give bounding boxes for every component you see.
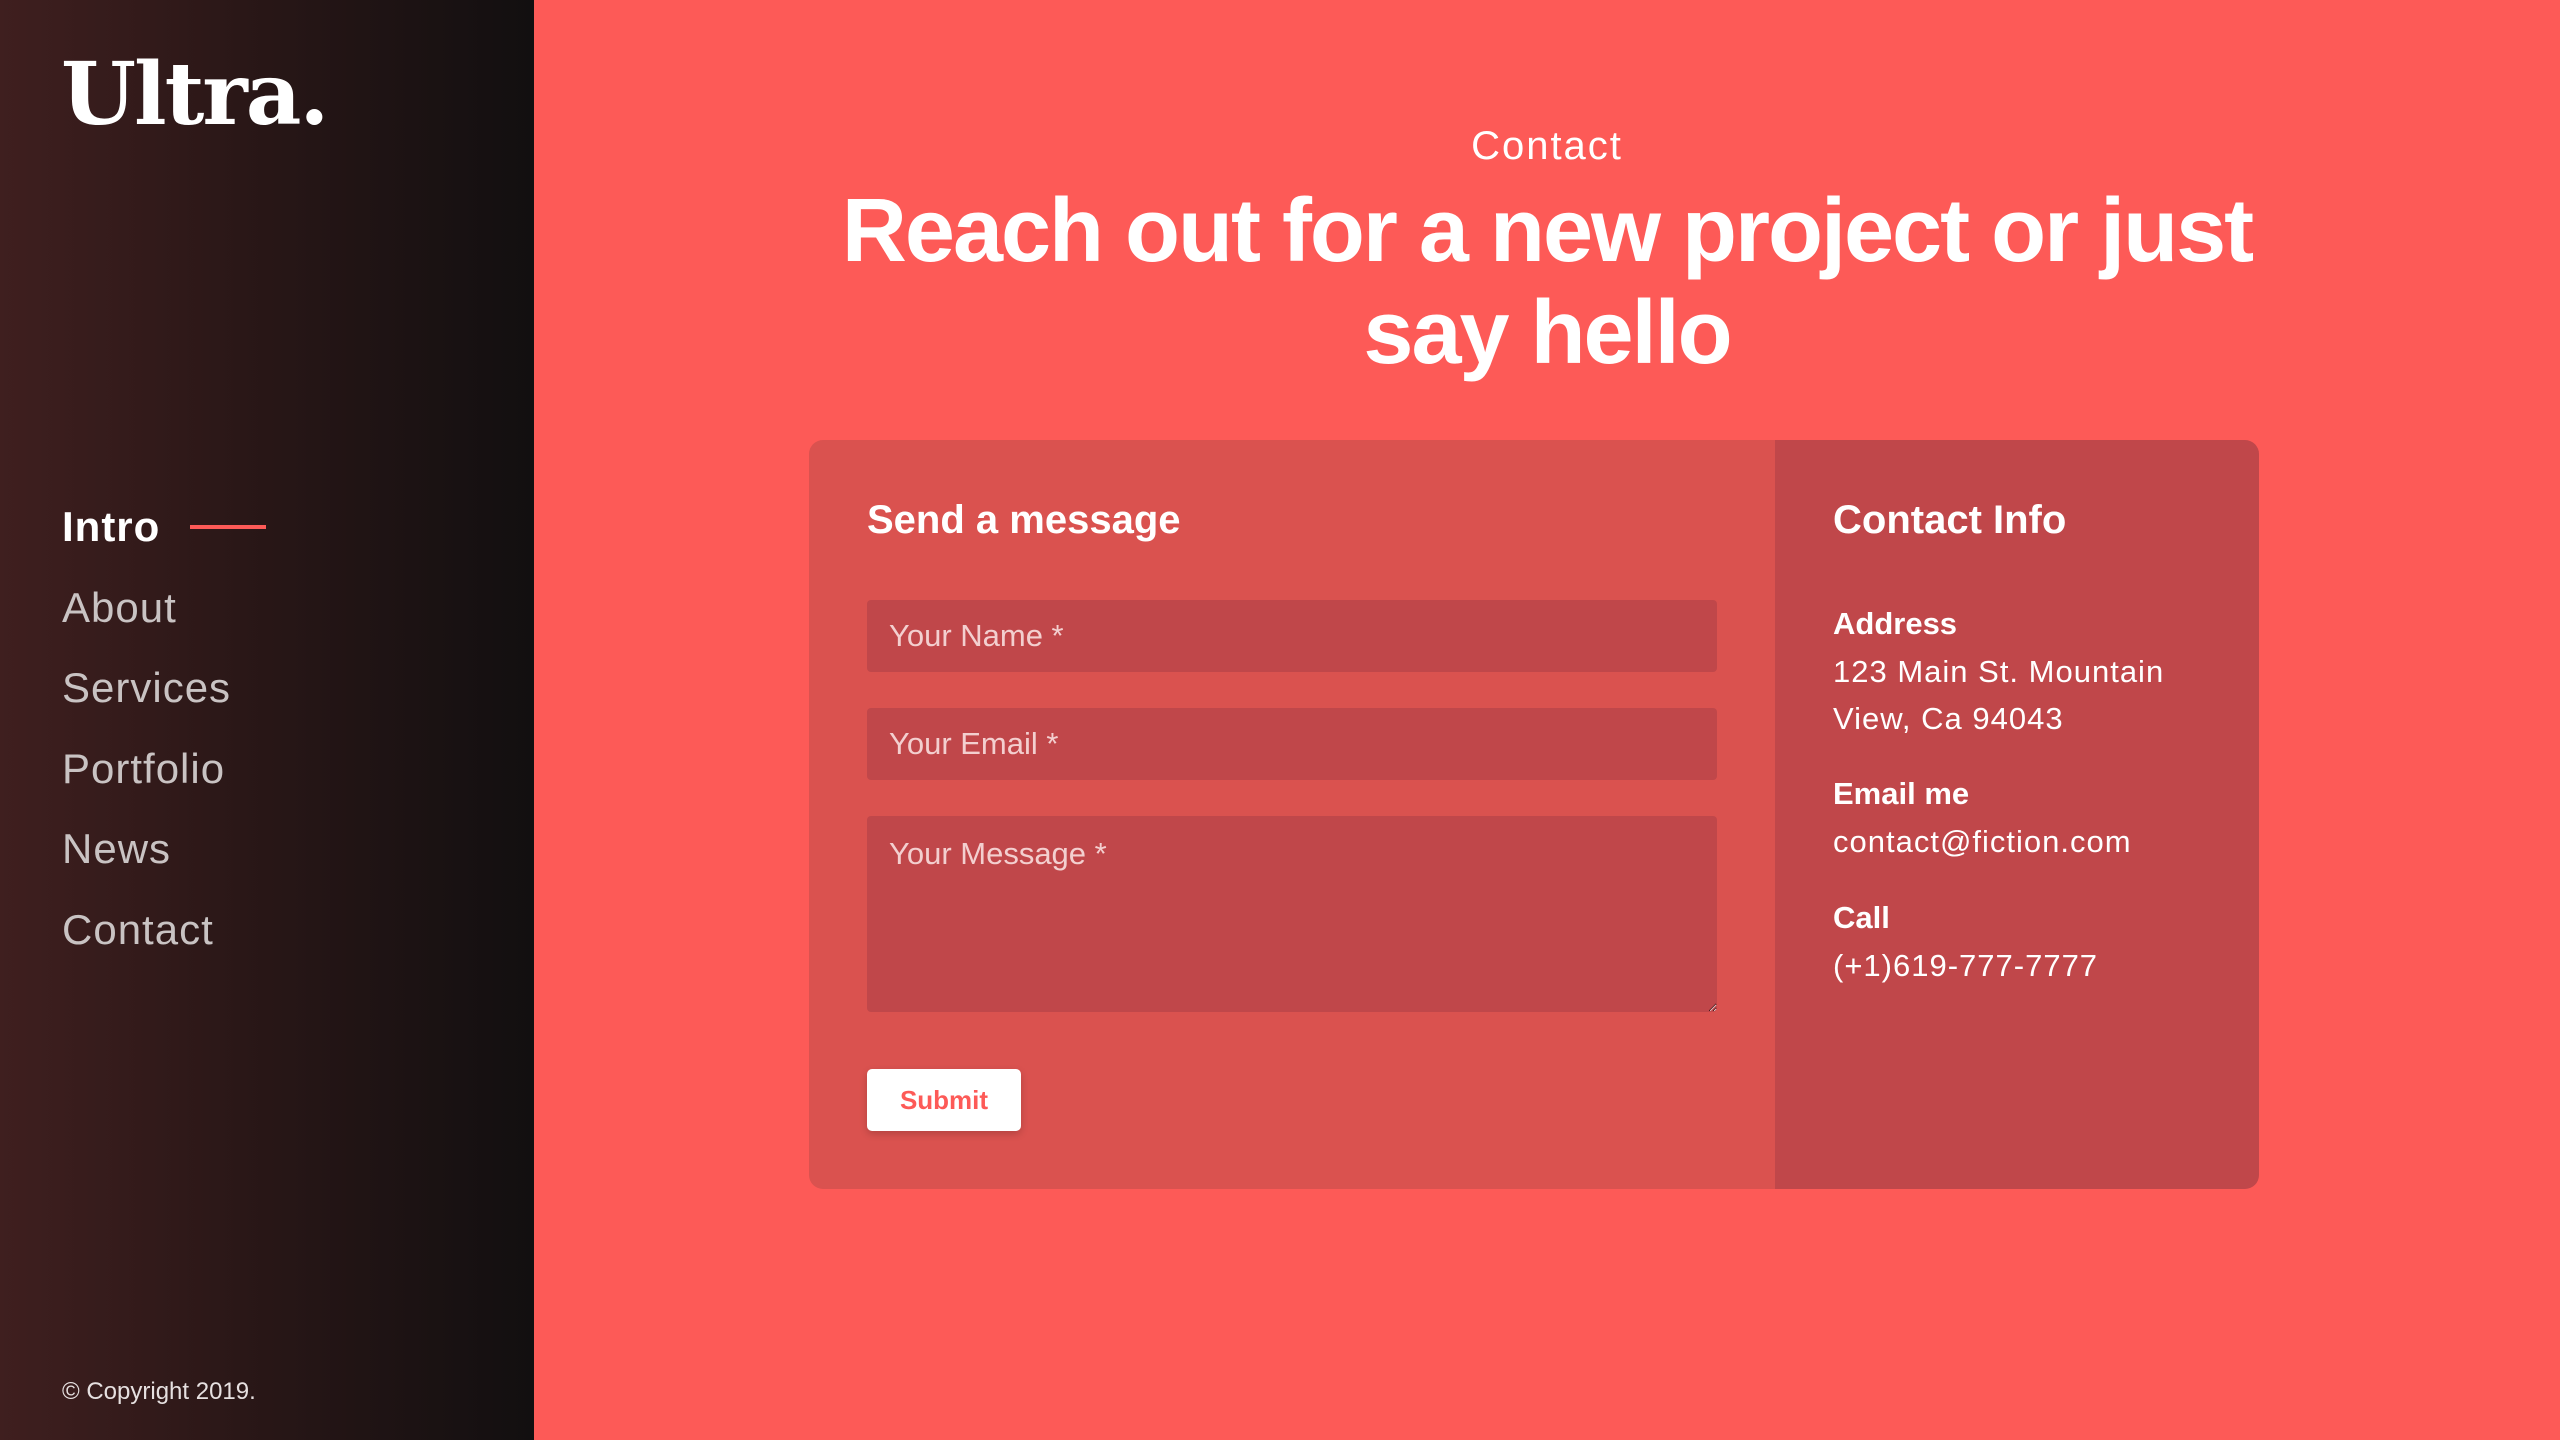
contact-info-panel: Contact Info Address 123 Main St. Mounta… <box>1775 440 2259 1189</box>
email-label: Email me <box>1833 776 1970 811</box>
page-headline: Reach out for a new project or just say … <box>841 181 2254 383</box>
address-label: Address <box>1833 606 1958 641</box>
email-input[interactable] <box>867 708 1717 780</box>
submit-button[interactable]: Submit <box>867 1069 1021 1131</box>
nav-item-services[interactable]: Services <box>62 648 266 729</box>
call-block: Call (+1)619-777-7777 <box>1833 894 2233 989</box>
main-nav: Intro About Services Portfolio News Cont… <box>62 487 267 971</box>
nav-item-label: Contact <box>62 905 214 953</box>
message-textarea[interactable] <box>867 816 1717 1012</box>
nav-item-news[interactable]: News <box>62 809 266 890</box>
nav-item-label: Intro <box>62 503 161 551</box>
nav-item-label: News <box>62 825 172 873</box>
phone-link[interactable]: (+1)619-777-7777 <box>1833 942 2233 989</box>
section-eyebrow: Contact <box>1471 124 1623 168</box>
name-input[interactable] <box>867 600 1717 672</box>
nav-item-label: Services <box>62 664 232 712</box>
contact-info-title: Contact Info <box>1833 498 2067 542</box>
nav-item-label: Portfolio <box>62 744 226 792</box>
nav-item-intro[interactable]: Intro <box>62 487 267 568</box>
contact-card: Send a message Submit Contact Info Addre… <box>809 440 2259 1189</box>
email-link[interactable]: contact@fiction.com <box>1833 818 2233 865</box>
address-value: 123 Main St. Mountain View, Ca 94043 <box>1833 654 2165 736</box>
sidebar: Ultra. Intro About Services Portfolio Ne… <box>0 0 534 1440</box>
nav-item-portfolio[interactable]: Portfolio <box>62 729 266 810</box>
copyright-text: © Copyright 2019. <box>62 1378 256 1405</box>
nav-item-contact[interactable]: Contact <box>62 890 266 971</box>
main-content: Contact Reach out for a new project or j… <box>534 0 2560 1440</box>
active-indicator-line <box>190 525 267 530</box>
logo[interactable]: Ultra. <box>61 52 329 138</box>
email-block: Email me contact@fiction.com <box>1833 770 2233 865</box>
form-title: Send a message <box>867 498 1181 542</box>
nav-item-label: About <box>62 583 177 631</box>
call-label: Call <box>1833 900 1890 935</box>
address-block: Address 123 Main St. Mountain View, Ca 9… <box>1833 600 2233 742</box>
message-form: Send a message Submit <box>809 440 1775 1189</box>
nav-item-about[interactable]: About <box>62 568 266 649</box>
